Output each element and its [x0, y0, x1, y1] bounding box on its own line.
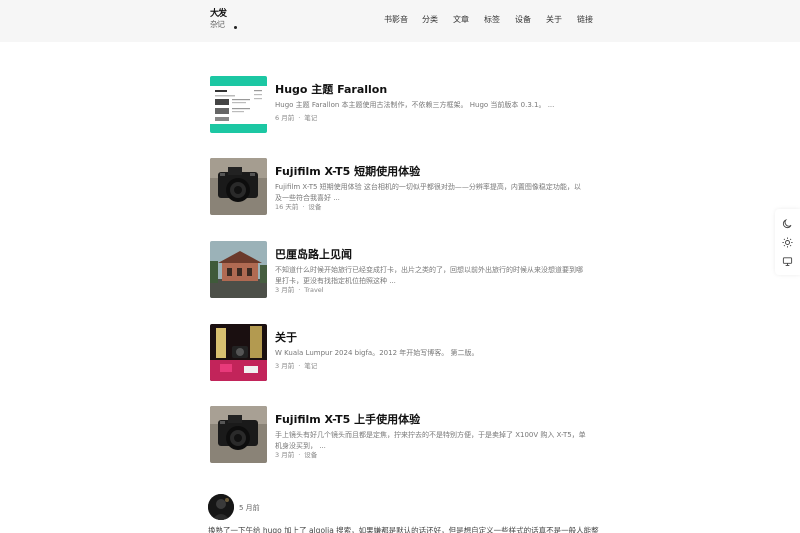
- nav-item-categories[interactable]: 分类: [422, 14, 438, 26]
- post-category[interactable]: 笔记: [304, 362, 317, 370]
- post-time: 3 月前: [275, 451, 295, 459]
- post-category[interactable]: Travel: [304, 286, 323, 294]
- memo-text: 换熟了一下午给 hugo 加上了 algolia 搜索，如果嫌都是默认的话还好，…: [208, 526, 599, 533]
- post-item[interactable]: Hugo 主题 Farallon Hugo 主题 Farallon 本主题使用古…: [210, 76, 600, 134]
- nav-item-media[interactable]: 书影音: [384, 14, 408, 26]
- post-excerpt: Fujifilm X-T5 短期使用体验 这台相机的一切似乎都很对劲——分辨率提…: [275, 183, 581, 202]
- post-item[interactable]: Fujifilm X-T5 上手使用体验 手上镜头有好几个镜头而且都是定焦，拧来…: [210, 406, 600, 464]
- post-item[interactable]: 巴厘岛路上见闻 不知道什么时候开始旅行已经变成打卡，出片之类的了，回想以前外出旅…: [210, 241, 600, 299]
- post-meta: 3 月前 · Travel: [275, 286, 324, 294]
- post-title[interactable]: 巴厘岛路上见闻: [275, 248, 352, 262]
- avatar[interactable]: [208, 494, 234, 520]
- post-category[interactable]: 笔记: [304, 114, 317, 122]
- monitor-icon[interactable]: [782, 256, 793, 267]
- post-meta: 3 月前 · 设备: [275, 451, 318, 459]
- post-excerpt: 手上镜头有好几个镜头而且都是定焦，拧来拧去的不是特别方便，于是卖掉了 X100V…: [275, 431, 586, 450]
- logo-line-1: 大发: [210, 9, 227, 19]
- site-logo[interactable]: 大发 杂记: [210, 9, 237, 33]
- post-title[interactable]: Hugo 主题 Farallon: [275, 83, 387, 97]
- post-thumbnail[interactable]: [210, 158, 267, 215]
- logo-line-2: 杂记: [210, 20, 225, 29]
- post-excerpt: 不知道什么时候开始旅行已经变成打卡，出片之类的了，回想以前外出旅行的时候从来没想…: [275, 266, 583, 285]
- post-thumbnail[interactable]: [210, 406, 267, 463]
- post-time: 16 天前: [275, 203, 299, 211]
- post-thumbnail[interactable]: [210, 76, 267, 133]
- nav-item-tags[interactable]: 标签: [484, 14, 500, 26]
- post-title[interactable]: Fujifilm X-T5 短期使用体验: [275, 165, 420, 179]
- theme-switcher: [775, 209, 800, 275]
- post-category[interactable]: 设备: [304, 451, 317, 459]
- post-meta: 3 月前 · 笔记: [275, 362, 318, 370]
- post-thumbnail[interactable]: [210, 324, 267, 381]
- post-excerpt: W Kuala Lumpur 2024 bigfa。2012 年开始写博客。 第…: [275, 349, 479, 357]
- nav-item-devices[interactable]: 设备: [515, 14, 531, 26]
- post-title[interactable]: Fujifilm X-T5 上手使用体验: [275, 413, 420, 427]
- post-time: 3 月前: [275, 362, 295, 370]
- nav-item-about[interactable]: 关于: [546, 14, 562, 26]
- moon-icon[interactable]: [782, 218, 793, 229]
- post-item[interactable]: 关于 W Kuala Lumpur 2024 bigfa。2012 年开始写博客…: [210, 324, 600, 382]
- site-header: 大发 杂记 书影音 分类 文章 标签 设备 关于 链接: [0, 0, 800, 42]
- post-meta: 16 天前 · 设备: [275, 203, 322, 211]
- post-excerpt: Hugo 主题 Farallon 本主题使用古法制作，不依赖三方框架。 Hugo…: [275, 101, 555, 109]
- post-time: 6 月前: [275, 114, 295, 122]
- post-meta: 6 月前 · 笔记: [275, 114, 318, 122]
- post-title[interactable]: 关于: [275, 331, 297, 345]
- nav-item-articles[interactable]: 文章: [453, 14, 469, 26]
- memo-time: 5 月前: [239, 504, 260, 512]
- post-item[interactable]: Fujifilm X-T5 短期使用体验 Fujifilm X-T5 短期使用体…: [210, 158, 600, 216]
- nav-item-links[interactable]: 链接: [577, 14, 593, 26]
- post-category[interactable]: 设备: [308, 203, 321, 211]
- post-time: 3 月前: [275, 286, 295, 294]
- post-thumbnail[interactable]: [210, 241, 267, 298]
- logo-dot: [234, 26, 237, 29]
- sun-icon[interactable]: [782, 237, 793, 248]
